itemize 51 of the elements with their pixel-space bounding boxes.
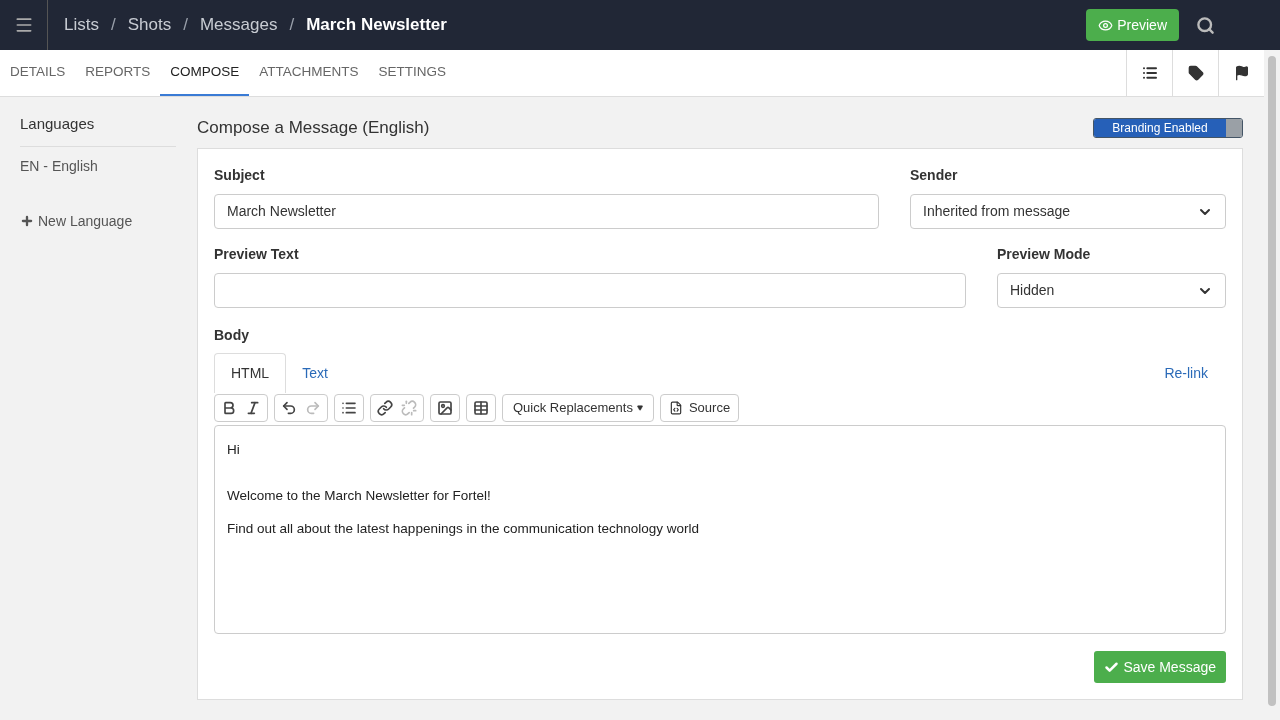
select-field[interactable]: Inherited from message [910, 194, 1226, 229]
list-icon [1141, 65, 1158, 81]
code-file-icon [668, 401, 683, 415]
tab[interactable]: COMPOSE [160, 50, 250, 96]
editor-area[interactable]: Hi Welcome to the March Newsletter for Fortel! Find out all about the latest happenings in the communication technology world [214, 425, 1226, 634]
editor-tab[interactable]: Text [286, 353, 344, 393]
breadcrumb-separator: / [109, 14, 117, 37]
tab[interactable]: ATTACHMENTS [249, 50, 369, 96]
image-icon[interactable] [437, 400, 453, 416]
link-icon[interactable] [377, 400, 393, 416]
editor-paragraph: Hi [227, 441, 241, 459]
breadcrumb-separator: / [288, 14, 296, 37]
input-field[interactable]: March Newsletter [214, 194, 879, 229]
bold-icon[interactable] [221, 400, 237, 416]
editor-paragraph: Welcome to the March Newsletter for Fortel! [227, 487, 492, 506]
breadcrumb-separator: / [182, 14, 189, 37]
quick-replacements-dropdown[interactable]: Quick Replacements [502, 394, 654, 422]
field-label: Sender [910, 166, 959, 185]
input-field[interactable] [214, 273, 966, 308]
editor-tab[interactable]: HTML [214, 353, 287, 393]
field-label: Subject [214, 166, 266, 185]
table-icon[interactable] [473, 400, 489, 416]
sidebar-title: Languages [20, 113, 176, 147]
eye-icon [1098, 17, 1114, 33]
caret-icon [636, 405, 643, 411]
breadcrumb-link[interactable]: Shots [127, 12, 172, 38]
breadcrumb-link[interactable]: Lists [64, 12, 99, 38]
field-label: Preview Mode [997, 245, 1092, 264]
source-button[interactable]: Source [659, 394, 740, 422]
body-label: Body [214, 326, 250, 345]
branding-toggle[interactable]: Branding Enabled [1093, 118, 1243, 138]
undo-icon[interactable] [281, 400, 297, 416]
editor-paragraph: Find out all about the latest happenings in the communication technology world [227, 519, 701, 538]
tag-icon [1187, 65, 1204, 81]
plus-icon [20, 214, 34, 228]
compose-title: Compose a Message (English) [197, 117, 430, 140]
tab[interactable]: SETTINGS [368, 50, 457, 96]
search-icon[interactable] [1196, 15, 1215, 35]
relink-link[interactable]: Re-link [1164, 362, 1208, 384]
tab[interactable]: DETAILS [0, 50, 76, 96]
select-field[interactable]: Hidden [997, 273, 1226, 308]
italic-icon[interactable] [245, 400, 261, 416]
new-language-button[interactable]: New Language [20, 210, 133, 232]
language-item[interactable]: EN - English [20, 155, 176, 177]
field-label: Preview Text [214, 245, 300, 264]
tab[interactable]: REPORTS [75, 50, 161, 96]
breadcrumb-link[interactable]: March Newsletter [306, 12, 447, 38]
flag-icon [1233, 65, 1250, 81]
check-icon [1104, 659, 1120, 675]
breadcrumb-link[interactable]: Messages [199, 12, 278, 38]
list-icon[interactable] [341, 400, 357, 416]
